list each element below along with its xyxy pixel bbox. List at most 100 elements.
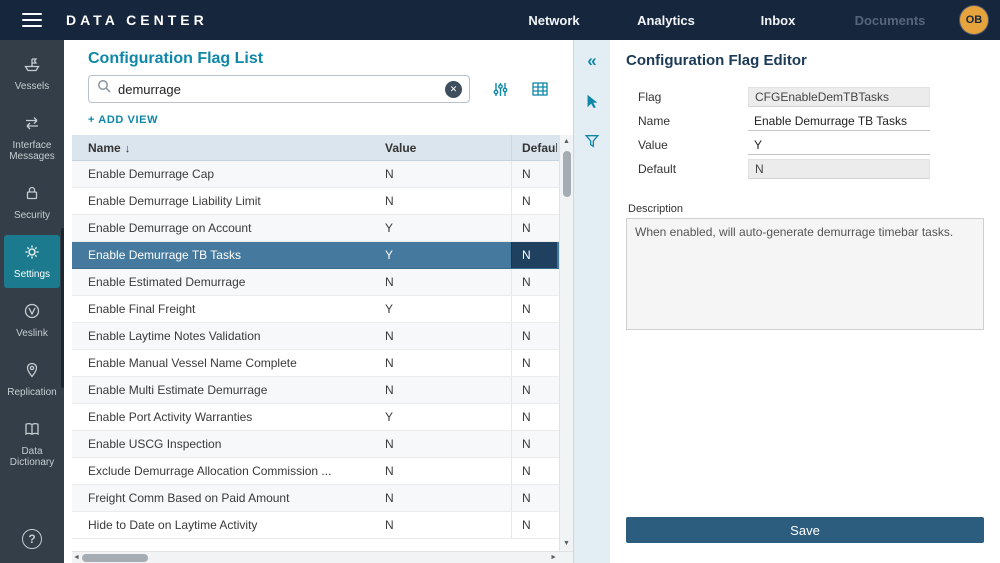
flag-value-cell: N bbox=[385, 383, 511, 397]
table-row[interactable]: Enable Demurrage Cap N N bbox=[72, 161, 559, 188]
default-field-label: Default bbox=[638, 162, 748, 176]
column-header-value[interactable]: Value bbox=[385, 141, 511, 155]
table-row[interactable]: Enable Laytime Notes Validation N N bbox=[72, 323, 559, 350]
scroll-right-icon[interactable]: ► bbox=[550, 554, 557, 561]
flag-default-cell: N bbox=[511, 242, 557, 268]
table-row[interactable]: Freight Comm Based on Paid Amount N N bbox=[72, 485, 559, 512]
sidebar-item-vessels[interactable]: Vessels bbox=[4, 47, 60, 100]
hamburger-menu-icon[interactable] bbox=[0, 13, 64, 27]
flag-name-cell: Freight Comm Based on Paid Amount bbox=[72, 491, 385, 505]
table-row[interactable]: Exclude Demurrage Allocation Commission … bbox=[72, 458, 559, 485]
flag-default-cell: N bbox=[511, 215, 557, 241]
flag-value-cell: Y bbox=[385, 221, 511, 235]
filter-settings-icon[interactable] bbox=[492, 81, 509, 98]
table-view-icon[interactable] bbox=[531, 80, 549, 98]
lock-icon bbox=[23, 184, 41, 207]
flag-name-cell: Enable Demurrage Cap bbox=[72, 167, 385, 181]
horizontal-scrollbar[interactable]: ◄ ► bbox=[72, 551, 573, 563]
flag-field-input[interactable] bbox=[748, 87, 930, 107]
app-title: DATA CENTER bbox=[66, 12, 208, 28]
flag-value-cell: N bbox=[385, 167, 511, 181]
sidebar-item-label: Security bbox=[14, 210, 50, 221]
default-field-input[interactable] bbox=[748, 159, 930, 179]
table-row[interactable]: Enable Demurrage TB Tasks Y N bbox=[72, 242, 559, 269]
flags-table: Name↓ Value Default Enable Demurrage Cap… bbox=[72, 135, 559, 551]
table-row[interactable]: Enable USCG Inspection N N bbox=[72, 431, 559, 458]
sidebar-item-settings[interactable]: Settings bbox=[4, 235, 60, 288]
flag-value-cell: N bbox=[385, 329, 511, 343]
panel-toolbar-strip: « bbox=[574, 40, 610, 563]
veslink-icon bbox=[23, 302, 41, 325]
map-pin-icon bbox=[23, 361, 41, 384]
sidebar-item-replication[interactable]: Replication bbox=[4, 353, 60, 406]
table-row[interactable]: Hide to Date on Laytime Activity N N bbox=[72, 512, 559, 539]
table-row[interactable]: Enable Estimated Demurrage N N bbox=[72, 269, 559, 296]
column-header-default[interactable]: Default bbox=[511, 135, 557, 160]
sidebar-item-label: Replication bbox=[7, 387, 56, 398]
list-panel-title: Configuration Flag List bbox=[64, 40, 573, 75]
help-button[interactable]: ? bbox=[22, 529, 42, 549]
table-row[interactable]: Enable Multi Estimate Demurrage N N bbox=[72, 377, 559, 404]
flag-field-row: Flag bbox=[626, 87, 984, 107]
search-icon bbox=[97, 79, 112, 99]
table-row[interactable]: Enable Demurrage Liability Limit N N bbox=[72, 188, 559, 215]
nav-analytics[interactable]: Analytics bbox=[610, 13, 722, 28]
pointer-select-icon[interactable] bbox=[580, 90, 604, 112]
flag-value-cell: N bbox=[385, 194, 511, 208]
value-field-row: Value bbox=[626, 135, 984, 155]
flag-default-cell: N bbox=[511, 269, 557, 295]
flag-name-cell: Enable Demurrage Liability Limit bbox=[72, 194, 385, 208]
flag-name-cell: Enable Manual Vessel Name Complete bbox=[72, 356, 385, 370]
sidebar-item-data-dictionary[interactable]: Data Dictionary bbox=[4, 412, 60, 476]
collapse-panel-icon[interactable]: « bbox=[580, 50, 604, 72]
sidebar-item-security[interactable]: Security bbox=[4, 176, 60, 229]
column-header-name[interactable]: Name↓ bbox=[72, 141, 385, 155]
flag-field-label: Flag bbox=[638, 90, 748, 104]
flag-name-cell: Exclude Demurrage Allocation Commission … bbox=[72, 464, 385, 478]
flag-name-cell: Hide to Date on Laytime Activity bbox=[72, 518, 385, 532]
flag-name-cell: Enable Multi Estimate Demurrage bbox=[72, 383, 385, 397]
gear-icon bbox=[23, 243, 41, 266]
sidebar-item-interface-messages[interactable]: Interface Messages bbox=[4, 106, 60, 170]
table-row[interactable]: Enable Port Activity Warranties Y N bbox=[72, 404, 559, 431]
vertical-scroll-thumb[interactable] bbox=[563, 151, 571, 197]
name-field-input[interactable] bbox=[748, 111, 930, 131]
flag-value-cell: N bbox=[385, 437, 511, 451]
table-row[interactable]: Enable Final Freight Y N bbox=[72, 296, 559, 323]
table-row[interactable]: Enable Manual Vessel Name Complete N N bbox=[72, 350, 559, 377]
value-field-input[interactable] bbox=[748, 135, 930, 155]
nav-inbox[interactable]: Inbox bbox=[722, 13, 834, 28]
flag-name-cell: Enable USCG Inspection bbox=[72, 437, 385, 451]
flag-default-cell: N bbox=[511, 161, 557, 187]
flag-name-cell: Enable Estimated Demurrage bbox=[72, 275, 385, 289]
flag-default-cell: N bbox=[511, 485, 557, 511]
scroll-left-icon[interactable]: ◄ bbox=[73, 554, 80, 561]
flag-default-cell: N bbox=[511, 404, 557, 430]
sidebar-item-label: Veslink bbox=[16, 328, 48, 339]
scroll-down-icon[interactable]: ▼ bbox=[563, 537, 570, 551]
table-row[interactable]: Enable Demurrage on Account Y N bbox=[72, 215, 559, 242]
save-button[interactable]: Save bbox=[626, 517, 984, 543]
user-avatar[interactable]: OB bbox=[960, 6, 988, 34]
add-view-button[interactable]: + ADD VIEW bbox=[64, 103, 174, 135]
scroll-up-icon[interactable]: ▲ bbox=[563, 135, 570, 149]
flag-value-cell: N bbox=[385, 275, 511, 289]
flag-value-cell: N bbox=[385, 464, 511, 478]
search-input[interactable] bbox=[118, 82, 439, 97]
clear-search-icon[interactable]: ✕ bbox=[445, 81, 462, 98]
nav-network[interactable]: Network bbox=[498, 13, 610, 28]
configuration-flag-list-panel: Configuration Flag List ✕ + ADD VIEW bbox=[64, 40, 574, 563]
sidebar-item-veslink[interactable]: Veslink bbox=[4, 294, 60, 347]
flag-value-cell: Y bbox=[385, 410, 511, 424]
flag-name-cell: Enable Laytime Notes Validation bbox=[72, 329, 385, 343]
name-field-row: Name bbox=[626, 111, 984, 131]
filter-funnel-icon[interactable] bbox=[580, 130, 604, 152]
vertical-scrollbar[interactable]: ▲ ▼ bbox=[559, 135, 573, 551]
value-field-label: Value bbox=[638, 138, 748, 152]
top-bar: DATA CENTER Network Analytics Inbox Docu… bbox=[0, 0, 1000, 40]
sidebar-item-label: Interface Messages bbox=[6, 140, 58, 162]
description-textarea[interactable]: When enabled, will auto-generate demurra… bbox=[626, 218, 984, 330]
search-box: ✕ bbox=[88, 75, 470, 103]
horizontal-scroll-thumb[interactable] bbox=[82, 554, 148, 562]
nav-documents: Documents bbox=[834, 13, 946, 28]
